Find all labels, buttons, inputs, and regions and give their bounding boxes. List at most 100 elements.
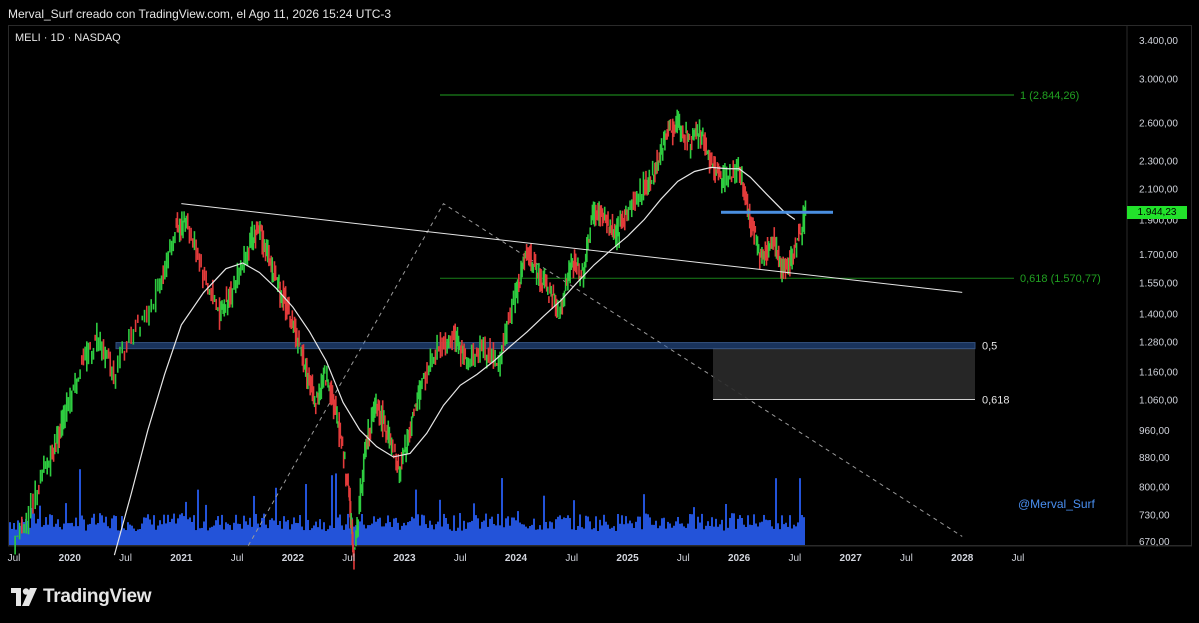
volume-bar: [683, 526, 685, 545]
volume-bar: [657, 528, 659, 545]
x-tick-label: Jul: [900, 553, 913, 564]
fib-label-1: 1 (2.844,26): [1020, 90, 1079, 102]
volume-bar: [413, 518, 415, 545]
volume-bar: [133, 528, 135, 545]
volume-bar: [105, 516, 107, 545]
volume-bar: [585, 515, 587, 545]
volume-bar: [225, 522, 227, 545]
volume-bar: [303, 530, 305, 545]
volume-bar: [801, 514, 803, 545]
volume-bar: [739, 515, 741, 545]
y-tick-label: 3.000,00: [1139, 75, 1178, 86]
volume-bar: [421, 514, 423, 545]
volume-bar: [567, 515, 569, 545]
y-tick-label: 1.060,00: [1139, 395, 1178, 406]
volume-bar: [789, 515, 791, 545]
volume-bar: [159, 520, 161, 545]
volume-bar: [65, 503, 67, 545]
volume-bar: [663, 517, 665, 545]
volume-bar: [687, 523, 689, 545]
volume-bar: [447, 523, 449, 545]
volume-bar: [339, 514, 341, 545]
volume-bar: [173, 513, 175, 545]
volume-bar: [649, 517, 651, 545]
volume-bar: [53, 526, 55, 545]
volume-bar: [95, 524, 97, 545]
volume-bar: [511, 517, 513, 545]
volume-bar: [397, 522, 399, 545]
y-tick-label: 2.600,00: [1139, 119, 1178, 130]
volume-bar: [583, 528, 585, 545]
volume-bar: [113, 515, 115, 545]
price-chart[interactable]: 1 (2.844,26) 0,618 (1.570,77) 0,5 0,618 3.40…: [0, 0, 1199, 623]
volume-bar: [287, 520, 289, 545]
volume-bar: [579, 514, 581, 545]
volume-bar: [111, 518, 113, 545]
volume-bar: [751, 525, 753, 545]
volume-bar: [373, 516, 375, 545]
volume-bar: [541, 529, 543, 545]
volume-bar: [229, 525, 231, 545]
volume-bar: [311, 528, 313, 545]
volume-bar: [795, 526, 797, 545]
volume-bar: [597, 530, 599, 545]
volume-bar: [107, 526, 109, 545]
volume-bar: [681, 523, 683, 545]
volume-bar: [647, 514, 649, 545]
volume-bar: [403, 522, 405, 545]
x-tick-label: 2028: [951, 553, 974, 564]
volume-bar: [669, 523, 671, 545]
volume-bar: [445, 517, 447, 545]
volume-bar: [449, 529, 451, 545]
volume-bar: [385, 523, 387, 545]
volume-bar: [291, 524, 293, 545]
volume-bar: [219, 524, 221, 545]
volume-bar: [515, 520, 517, 545]
volume-bar: [417, 514, 419, 545]
volume-bar: [165, 523, 167, 545]
volume-bar: [475, 515, 477, 545]
volume-bar: [545, 521, 547, 545]
volume-bar: [479, 528, 481, 545]
volume-bar: [265, 524, 267, 545]
volume-bar: [691, 514, 693, 545]
volume-bar: [377, 518, 379, 545]
volume-bar: [205, 504, 207, 545]
volume-bar: [141, 523, 143, 545]
volume-bar: [793, 524, 795, 545]
volume-bar: [719, 524, 721, 545]
volume-bar: [331, 475, 333, 545]
volume-bar: [371, 523, 373, 545]
volume-bar: [157, 525, 159, 545]
volume-bar: [453, 515, 455, 545]
volume-bar: [249, 517, 251, 545]
volume-bar: [637, 516, 639, 545]
volume-bar: [391, 526, 393, 545]
volume-bar: [317, 527, 319, 545]
tradingview-brand-text: TradingView: [43, 586, 152, 607]
volume-bar: [99, 513, 101, 545]
volume-bar: [737, 518, 739, 545]
volume-bar: [563, 517, 565, 545]
volume-bar: [189, 517, 191, 545]
volume-bar: [281, 528, 283, 545]
volume-bar: [659, 525, 661, 545]
volume-bar: [231, 529, 233, 545]
volume-bar: [321, 529, 323, 545]
volume-bar: [513, 517, 515, 545]
volume-bar: [63, 523, 65, 545]
volume-bar: [367, 525, 369, 545]
volume-bar: [491, 516, 493, 545]
volume-bar: [343, 529, 345, 545]
x-tick-label: Jul: [231, 553, 244, 564]
tradingview-logo[interactable]: TradingView: [11, 586, 152, 608]
y-tick-label: 960,00: [1139, 426, 1170, 437]
volume-bar: [257, 523, 259, 545]
volume-bar: [685, 527, 687, 545]
volume-bar: [745, 526, 747, 545]
volume-bar: [37, 518, 39, 545]
volume-bar: [389, 522, 391, 545]
volume-bar: [431, 524, 433, 545]
volume-bar: [575, 529, 577, 545]
volume-bar: [481, 521, 483, 545]
